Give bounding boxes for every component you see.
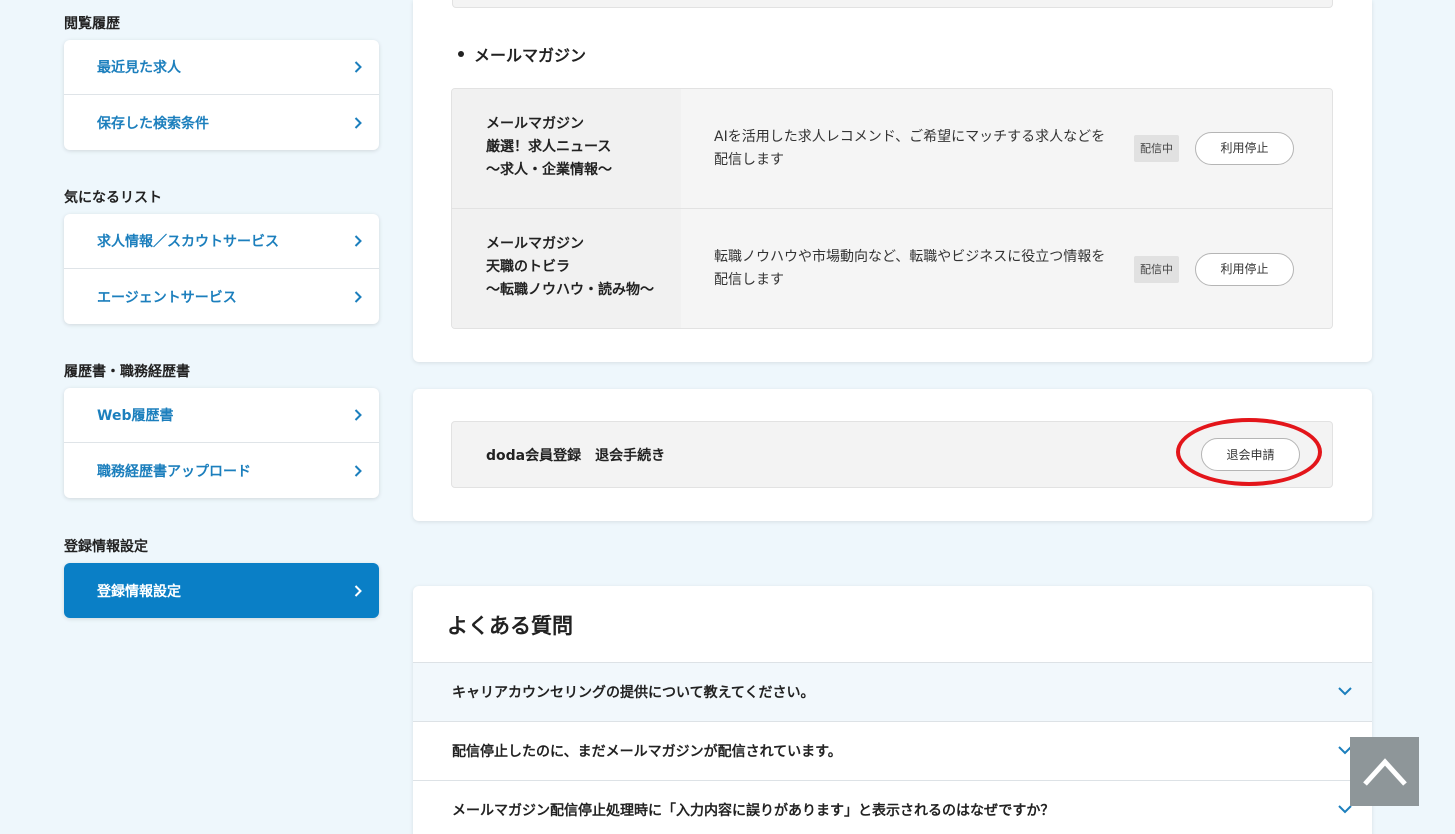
magazine-name: メールマガジン 厳選！求人ニュース 〜求人・企業情報〜: [452, 89, 681, 208]
magazine-description: 転職ノウハウや市場動向など、転職やビジネスに役立つ情報を配信します: [714, 249, 1106, 288]
section-title-resume: 履歴書・職務経歴書: [64, 364, 190, 380]
sidebar-item-label: 求人情報／スカウトサービス: [97, 234, 279, 250]
magazine-desc-cell: 転職ノウハウや市場動向など、転職やビジネスに役立つ情報を配信します 配信中 利用…: [681, 209, 1332, 328]
status-badge: 配信中: [1134, 135, 1179, 162]
sidebar-item-recent-jobs[interactable]: 最近見た求人: [64, 40, 379, 95]
magazine-name-line: 厳選！求人ニュース: [486, 139, 612, 155]
chevron-right-icon: [353, 116, 363, 130]
previous-table-edge: [452, 0, 1333, 8]
sidebar-item-cv-upload[interactable]: 職務経歴書アップロード: [64, 443, 379, 498]
faq-question: キャリアカウンセリングの提供について教えてください。: [452, 685, 815, 701]
faq-item[interactable]: キャリアカウンセリングの提供について教えてください。: [413, 662, 1372, 721]
magazine-name-line: メールマガジン: [486, 116, 584, 132]
magazine-name-line: 天職のトビラ: [486, 259, 570, 275]
favorites-card: 求人情報／スカウトサービス エージェントサービス: [64, 214, 379, 324]
history-card: 最近見た求人 保存した検索条件: [64, 40, 379, 150]
faq-list: キャリアカウンセリングの提供について教えてください。 配信停止したのに、まだメー…: [413, 662, 1372, 834]
magazine-description: AIを活用した求人レコメンド、ご希望にマッチする求人などを配信します: [714, 128, 1106, 168]
chevron-right-icon: [353, 584, 363, 598]
sidebar-item-label: エージェントサービス: [97, 289, 237, 306]
sidebar-item-label: Web履歴書: [97, 408, 174, 424]
chevron-right-icon: [353, 290, 363, 304]
sidebar-item-registration-settings[interactable]: 登録情報設定: [64, 563, 379, 618]
arrow-up-icon: [1362, 757, 1407, 786]
mail-magazine-heading-text: メールマガジン: [474, 46, 587, 65]
faq-item[interactable]: 配信停止したのに、まだメールマガジンが配信されています。: [413, 721, 1372, 780]
sidebar-item-label: 登録情報設定: [97, 583, 181, 600]
chevron-right-icon: [353, 60, 363, 74]
faq-title: よくある質問: [447, 614, 573, 638]
mail-magazine-table: メールマガジン 厳選！求人ニュース 〜求人・企業情報〜 AIを活用した求人レコメ…: [451, 88, 1333, 329]
sidebar-item-job-scout[interactable]: 求人情報／スカウトサービス: [64, 214, 379, 269]
faq-question: メールマガジン配信停止処理時に「入力内容に誤りがあります」と表示されるのはなぜで…: [452, 803, 1055, 819]
chevron-right-icon: [353, 464, 363, 478]
sidebar-item-saved-search[interactable]: 保存した検索条件: [64, 95, 379, 150]
unsubscribe-button[interactable]: 利用停止: [1195, 132, 1294, 165]
magazine-name-line: 〜求人・企業情報〜: [486, 162, 612, 178]
magazine-name-line: メールマガジン: [486, 236, 584, 252]
table-row: メールマガジン 厳選！求人ニュース 〜求人・企業情報〜 AIを活用した求人レコメ…: [452, 89, 1332, 209]
table-row: メールマガジン 天職のトビラ 〜転職ノウハウ・読み物〜 転職ノウハウや市場動向な…: [452, 209, 1332, 328]
faq-item[interactable]: メールマガジン配信停止処理時に「入力内容に誤りがあります」と表示されるのはなぜで…: [413, 780, 1372, 834]
withdrawal-box: doda会員登録 退会手続き 退会申請: [451, 421, 1333, 488]
sidebar-item-web-resume[interactable]: Web履歴書: [64, 388, 379, 443]
sidebar-item-label: 職務経歴書アップロード: [97, 463, 251, 480]
magazine-name-line: 〜転職ノウハウ・読み物〜: [486, 282, 654, 298]
section-title-settings: 登録情報設定: [64, 539, 148, 555]
magazine-desc-cell: AIを活用した求人レコメンド、ご希望にマッチする求人などを配信します 配信中 利…: [681, 89, 1332, 208]
sidebar-item-label: 保存した検索条件: [97, 115, 209, 132]
chevron-right-icon: [353, 408, 363, 422]
bullet-icon: [458, 51, 464, 57]
chevron-right-icon: [353, 234, 363, 248]
sidebar-item-label: 最近見た求人: [97, 60, 181, 76]
faq-question: 配信停止したのに、まだメールマガジンが配信されています。: [452, 744, 842, 760]
resume-card: Web履歴書 職務経歴書アップロード: [64, 388, 379, 498]
withdrawal-label: doda会員登録 退会手続き: [486, 447, 666, 464]
settings-card: 登録情報設定: [64, 563, 379, 618]
back-to-top-button[interactable]: [1350, 737, 1419, 806]
mail-magazine-heading: メールマガジン: [458, 42, 586, 66]
sidebar-item-agent-service[interactable]: エージェントサービス: [64, 269, 379, 324]
withdraw-request-button[interactable]: 退会申請: [1201, 438, 1300, 471]
section-title-history: 閲覧履歴: [64, 16, 120, 32]
magazine-name: メールマガジン 天職のトビラ 〜転職ノウハウ・読み物〜: [452, 209, 681, 328]
unsubscribe-button[interactable]: 利用停止: [1195, 252, 1294, 286]
chevron-down-icon: [1338, 684, 1352, 700]
status-badge: 配信中: [1134, 255, 1179, 283]
section-title-favorites: 気になるリスト: [64, 190, 162, 206]
page: 閲覧履歴 最近見た求人 保存した検索条件 気になるリスト 求人情報／スカウトサー…: [0, 0, 1455, 834]
